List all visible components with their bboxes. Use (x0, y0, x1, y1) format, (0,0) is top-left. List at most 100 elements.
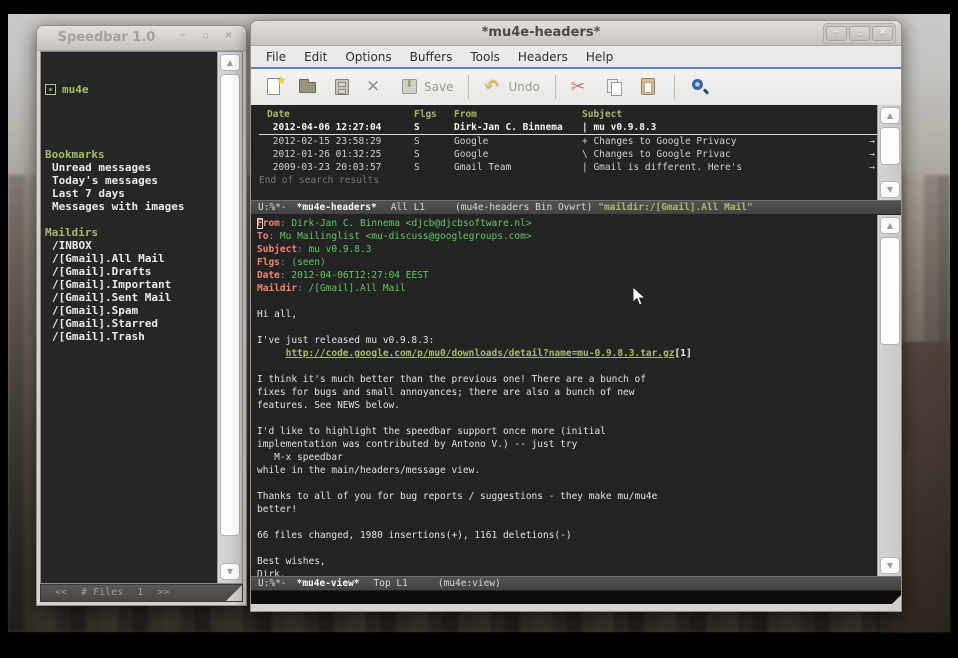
message-row[interactable]: 2012-02-15 23:58:29SGoogle+ Changes to G… (251, 135, 877, 148)
column-from[interactable]: From (454, 108, 582, 121)
emacs-titlebar[interactable]: *mu4e-headers* ─ ▫ ✕ (251, 21, 901, 46)
menu-item-headers[interactable]: Headers (509, 48, 577, 66)
speedbar-item[interactable]: /[Gmail].Spam (41, 304, 217, 317)
body-line: implementation was contributed by Antono… (257, 438, 877, 451)
speedbar-item[interactable]: /[Gmail].Sent Mail (41, 291, 217, 304)
speedbar-titlebar[interactable]: Speedbar 1.0 ─ ▫ ✕ (37, 26, 246, 51)
body-text (257, 348, 286, 359)
field-value: /[Gmail].All Mail (303, 283, 406, 294)
field-value: mu v0.9.8.3 (303, 244, 372, 255)
message-row[interactable]: 2012-04-06 12:27:04SDirk-Jan C. Binnema|… (251, 121, 877, 135)
message-date: 2012-04-06 12:27:04 (259, 121, 414, 135)
speedbar-item[interactable]: /[Gmail].Trash (41, 330, 217, 343)
speedbar-item[interactable]: /[Gmail].Drafts (41, 265, 217, 278)
search-icon (690, 77, 710, 97)
speedbar-item[interactable]: Messages with images (41, 200, 217, 213)
modeline-position: Top L1 (374, 578, 408, 589)
modeline-buffer-name[interactable]: *mu4e-view* (297, 578, 360, 589)
maximize-icon[interactable]: ▫ (195, 30, 216, 45)
body-line: Hi all, (257, 308, 877, 321)
search-button[interactable] (685, 74, 715, 100)
speedbar-item[interactable]: Last 7 days (41, 187, 217, 200)
view-scroll-thumb[interactable] (880, 237, 900, 345)
speedbar-item[interactable]: /[Gmail].All Mail (41, 252, 217, 265)
maximize-icon[interactable]: ▫ (849, 26, 870, 41)
expand-box-icon[interactable]: ✶ (45, 84, 56, 95)
minimize-icon[interactable]: ─ (172, 30, 193, 45)
scroll-up-icon[interactable]: ▲ (220, 54, 240, 71)
message-row[interactable]: 2012-01-26 01:32:25SGoogle\ Changes to G… (251, 148, 877, 161)
speedbar-next-button[interactable]: >> (157, 585, 169, 601)
open-folder-icon (298, 77, 318, 97)
close-icon[interactable]: ✕ (872, 26, 893, 41)
close-icon[interactable]: ✕ (218, 30, 239, 45)
column-subject[interactable]: Subject (582, 108, 877, 121)
body-text: implementation was contributed by Antono… (257, 439, 577, 450)
scroll-down-icon[interactable]: ▼ (880, 181, 900, 198)
dired-button[interactable] (327, 74, 357, 100)
field-value: (seen) (286, 257, 326, 268)
field-value: 2012-04-06T12:27:04 EEST (286, 270, 429, 281)
menu-bar: FileEditOptionsBuffersToolsHeadersHelp (251, 46, 901, 69)
modeline-modes[interactable]: (mu4e-headers Bin Ovwrt) (455, 202, 592, 213)
message-field: Date: 2012-04-06T12:27:04 EEST (257, 269, 877, 282)
body-text: Thanks to all of you for bug reports / s… (257, 491, 657, 502)
menu-item-options[interactable]: Options (336, 48, 400, 66)
save-label: Save (424, 80, 453, 94)
column-date[interactable]: Date (259, 108, 414, 121)
menu-item-file[interactable]: File (257, 48, 295, 66)
speedbar-item[interactable]: Unread messages (41, 161, 217, 174)
field-label: Subject (257, 244, 297, 255)
speedbar-section-header[interactable]: Maildirs (41, 226, 217, 239)
menu-item-edit[interactable]: Edit (295, 48, 336, 66)
message-subject: | Gmail is different. Here's→ (582, 161, 877, 174)
body-line (257, 360, 877, 373)
release-link[interactable]: http://code.google.com/p/mu0/downloads/d… (286, 348, 675, 359)
scroll-up-icon[interactable]: ▲ (880, 217, 900, 234)
speedbar-root-item[interactable]: ✶mu4e (41, 83, 217, 96)
new-file-button[interactable]: ★ (259, 74, 289, 100)
body-line: 66 files changed, 1980 insertions(+), 11… (257, 529, 877, 542)
scroll-down-icon[interactable]: ▼ (880, 557, 900, 574)
speedbar-item[interactable]: /[Gmail].Starred (41, 317, 217, 330)
body-line (257, 477, 877, 490)
speedbar-section-header[interactable]: Bookmarks (41, 148, 217, 161)
headers-scrollbar[interactable]: ▲ ▼ (877, 105, 901, 200)
headers-scroll-thumb[interactable] (880, 127, 900, 165)
speedbar-files-label[interactable]: # Files (81, 585, 123, 601)
field-label: To (257, 231, 268, 242)
speedbar-item[interactable]: /INBOX (41, 239, 217, 252)
undo-button[interactable]: ↶ Undo (479, 74, 544, 100)
scroll-up-icon[interactable]: ▲ (880, 107, 900, 124)
minimize-icon[interactable]: ─ (826, 26, 847, 41)
modeline-modes[interactable]: (mu4e:view) (438, 578, 501, 589)
message-row[interactable]: 2009-03-23 20:03:57SGmail Team| Gmail is… (251, 161, 877, 174)
copy-button[interactable] (600, 74, 630, 100)
column-flgs[interactable]: Flgs (414, 108, 454, 121)
menu-item-help[interactable]: Help (577, 48, 622, 66)
close-buffer-button[interactable]: ✕ (361, 74, 391, 100)
resize-grip[interactable] (226, 585, 242, 601)
message-date: 2012-01-26 01:32:25 (259, 148, 414, 161)
speedbar-item[interactable]: /[Gmail].Important (41, 278, 217, 291)
field-label: Flgs (257, 257, 280, 268)
menu-item-buffers[interactable]: Buffers (401, 48, 462, 66)
save-button[interactable]: Save (395, 74, 458, 100)
echo-area[interactable] (251, 591, 901, 604)
body-line: better! (257, 503, 877, 516)
headers-modeline: U:%*-*mu4e-headers*All L1(mu4e-headers B… (251, 200, 901, 215)
speedbar-item[interactable]: Today's messages (41, 174, 217, 187)
toolbar: ★ ✕ Save ↶ Undo ✂ (251, 69, 901, 105)
paste-button[interactable] (634, 74, 664, 100)
menu-item-tools[interactable]: Tools (461, 48, 509, 66)
view-scrollbar[interactable]: ▲ ▼ (877, 215, 901, 576)
speedbar-scrollbar[interactable]: ▲ ▼ (217, 52, 242, 583)
cut-button[interactable]: ✂ (566, 74, 596, 100)
modeline-buffer-name[interactable]: *mu4e-headers* (297, 202, 377, 213)
file-cabinet-icon (332, 77, 352, 97)
message-body: Hi all,I've just released mu v0.9.8.3: h… (257, 308, 877, 576)
open-file-button[interactable] (293, 74, 323, 100)
speedbar-scroll-thumb[interactable] (220, 74, 240, 536)
scroll-down-icon[interactable]: ▼ (220, 563, 240, 580)
speedbar-prev-button[interactable]: << (55, 585, 67, 601)
